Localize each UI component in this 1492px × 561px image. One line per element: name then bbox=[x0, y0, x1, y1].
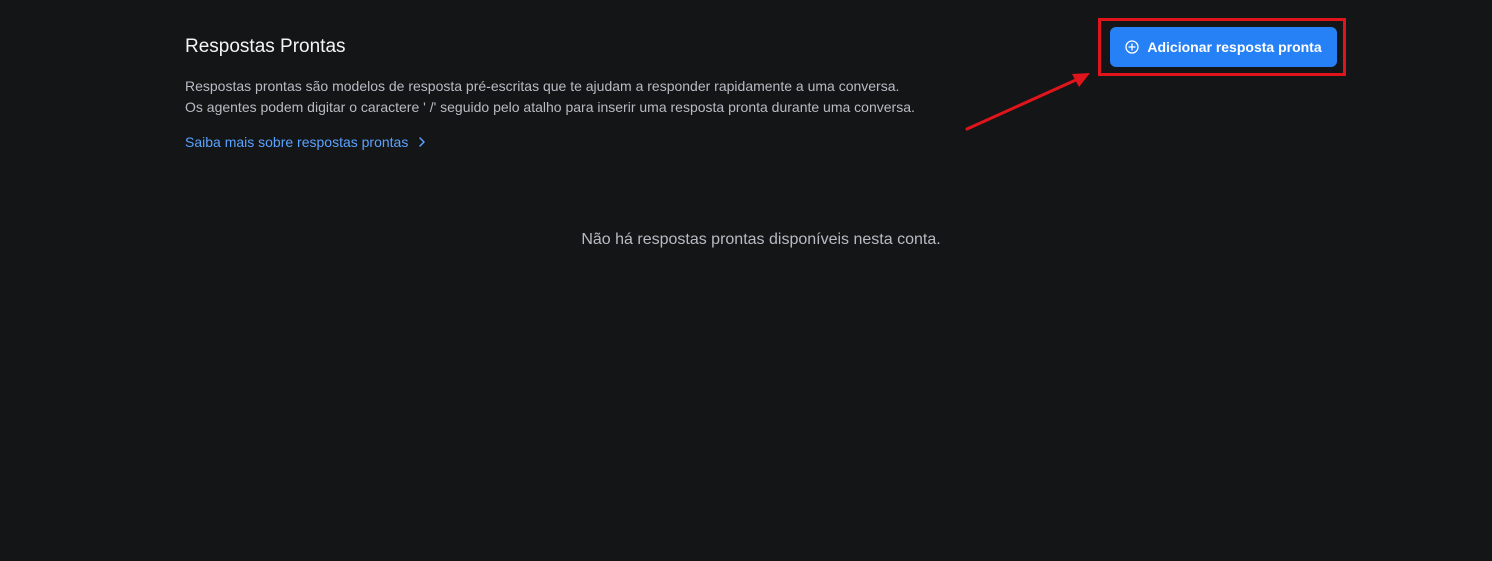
add-canned-response-button[interactable]: Adicionar resposta pronta bbox=[1110, 27, 1337, 67]
learn-more-label: Saiba mais sobre respostas prontas bbox=[185, 134, 409, 150]
description-line-1: Respostas prontas são modelos de respost… bbox=[185, 78, 900, 94]
empty-state-message: Não há respostas prontas disponíveis nes… bbox=[581, 231, 941, 248]
page-header: Respostas Prontas Respostas prontas são … bbox=[185, 34, 965, 152]
page-title: Respostas Prontas bbox=[185, 36, 346, 57]
canned-responses-page: Respostas Prontas Respostas prontas são … bbox=[0, 0, 1492, 561]
plus-circle-icon bbox=[1125, 40, 1140, 54]
chevron-right-icon bbox=[419, 137, 426, 147]
add-button-label: Adicionar resposta pronta bbox=[1147, 39, 1322, 55]
page-description: Respostas prontas são modelos de respost… bbox=[185, 76, 950, 118]
description-line-2: Os agentes podem digitar o caractere ' /… bbox=[185, 99, 915, 115]
learn-more-link[interactable]: Saiba mais sobre respostas prontas bbox=[185, 132, 428, 152]
annotation-arrow-icon bbox=[965, 73, 1090, 131]
